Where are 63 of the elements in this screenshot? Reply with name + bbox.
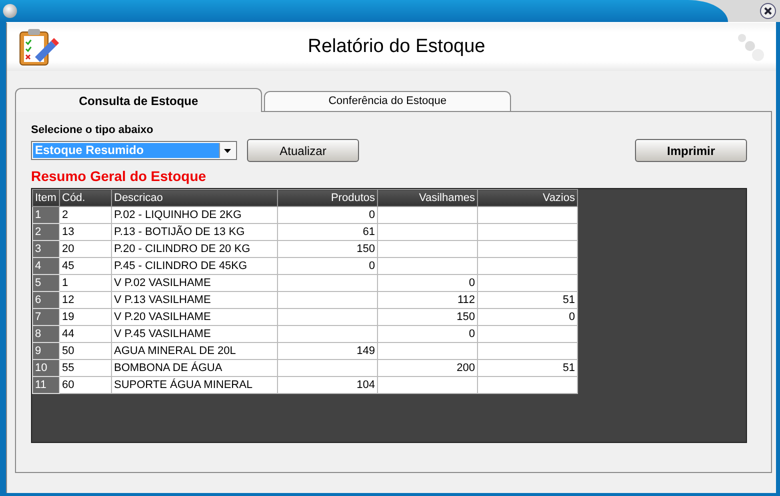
table-cell: P.02 - LIQUINHO DE 2KG [112,206,278,224]
table-cell: 2 [60,206,112,224]
column-header[interactable]: Vazios [478,190,578,206]
table-cell: 50 [60,342,112,360]
table-cell: 0 [478,308,578,326]
column-header[interactable]: Item [32,190,60,206]
table-cell: 7 [32,308,60,326]
table-cell: 0 [278,206,378,224]
table-cell: SUPORTE ÁGUA MINERAL [112,376,278,394]
table-cell: 13 [60,224,112,240]
window-title: Relatório do Estoque [308,36,486,58]
column-header[interactable]: Produtos [278,190,378,206]
table-cell: 44 [60,326,112,342]
table-cell: 200 [378,360,478,376]
table-cell: V P.20 VASILHAME [112,308,278,326]
table-cell: V P.13 VASILHAME [112,292,278,308]
table-cell: 149 [278,342,378,360]
table-cell: 150 [278,240,378,258]
column-header[interactable]: Cód. [60,190,112,206]
table-cell: 20 [60,240,112,258]
table-cell: 1 [60,274,112,292]
table-cell: 0 [278,258,378,274]
table-cell: 104 [278,376,378,394]
table-cell: 19 [60,308,112,326]
column-header[interactable]: Vasilhames [378,190,478,206]
table-cell: P.13 - BOTIJÃO DE 13 KG [112,224,278,240]
table-cell: 150 [378,308,478,326]
caret-icon [224,148,231,152]
tab[interactable]: Conferência do Estoque [264,91,511,111]
table-cell: 12 [60,292,112,308]
table-cell: 3 [32,240,60,258]
table-cell: 10 [32,360,60,376]
table-cell: 61 [278,224,378,240]
table-cell: 1 [32,206,60,224]
tab[interactable]: Consulta de Estoque [15,88,262,112]
table-cell: 4 [32,258,60,274]
table-cell: 51 [478,360,578,376]
table-cell: 9 [32,342,60,360]
table-cell: P.45 - CILINDRO DE 45KG [112,258,278,274]
table-cell: 112 [378,292,478,308]
print-button[interactable]: Imprimir [635,139,747,162]
table-cell: P.20 - CILINDRO DE 20 KG [112,240,278,258]
table-cell: 60 [60,376,112,394]
table-cell: V P.45 VASILHAME [112,326,278,342]
table-cell: BOMBONA DE ÁGUA [112,360,278,376]
table-cell: 51 [478,292,578,308]
table-cell: 6 [32,292,60,308]
table-cell: AGUA MINERAL DE 20L [112,342,278,360]
table-cell: V P.02 VASILHAME [112,274,278,292]
table-cell: 55 [60,360,112,376]
select-label: Selecione o tipo abaixo [31,124,154,136]
table-cell: 45 [60,258,112,274]
table-cell: 5 [32,274,60,292]
column-header[interactable]: Descricao [112,190,278,206]
table-cell: 0 [378,326,478,342]
close-button[interactable] [760,3,776,19]
update-button[interactable]: Atualizar [247,139,359,162]
table-cell: 0 [378,274,478,292]
table-cell: 2 [32,224,60,240]
table-cell: 11 [32,376,60,394]
section-title: Resumo Geral do Estoque [31,168,208,184]
clipboard-checklist-icon [17,27,59,67]
table-cell: 8 [32,326,60,342]
